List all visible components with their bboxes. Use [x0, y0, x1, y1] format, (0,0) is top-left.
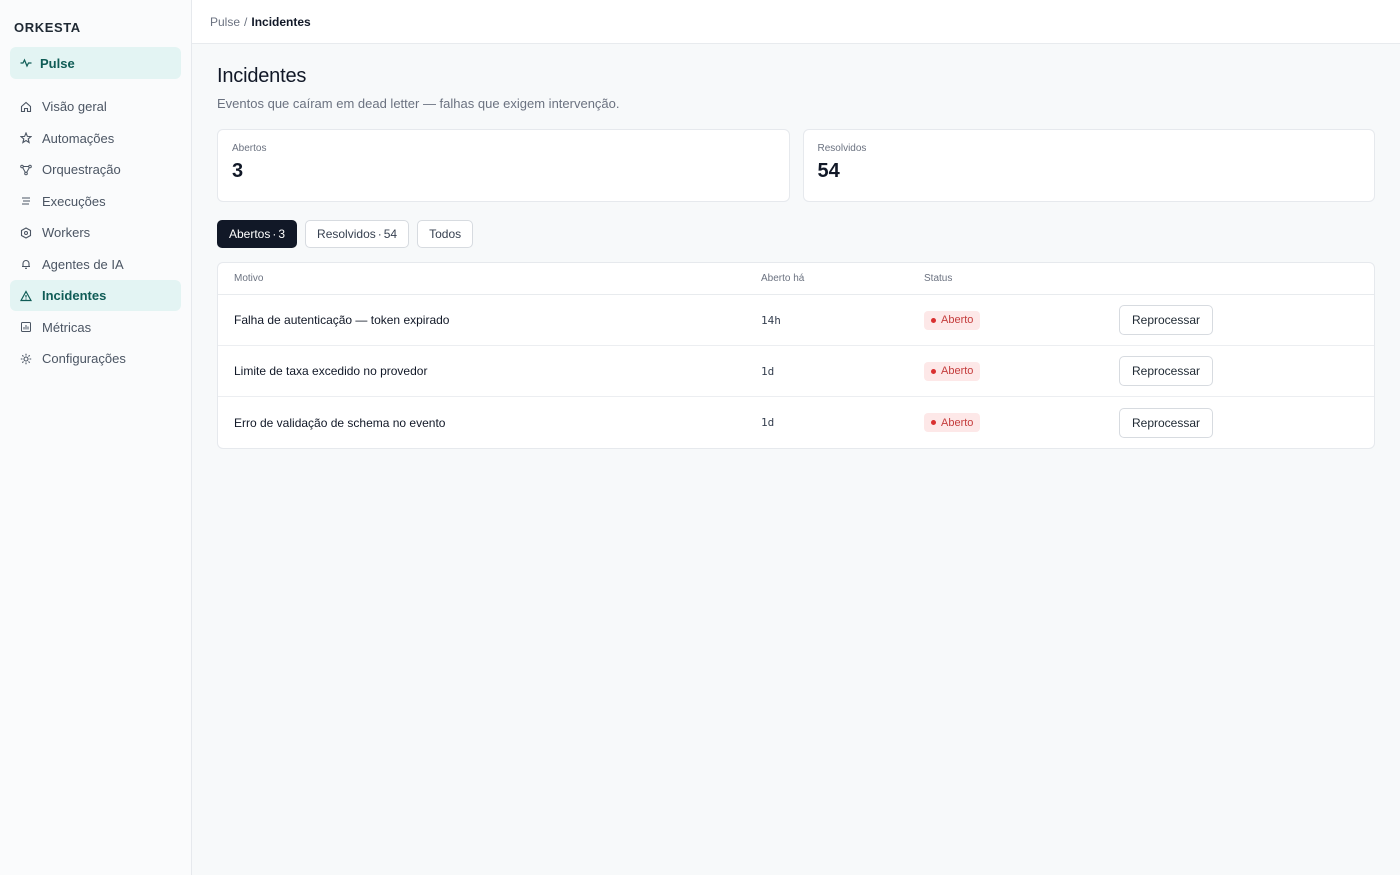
sidebar-item-label: Automações: [42, 130, 115, 146]
page-content: Incidentes Eventos que caíram em dead le…: [192, 44, 1400, 449]
cell-opened: 14h: [761, 313, 781, 327]
reprocess-button[interactable]: Reprocessar: [1119, 356, 1214, 386]
breadcrumb: Pulse / Incidentes: [192, 0, 1400, 44]
home-icon: [20, 101, 32, 113]
sidebar-item-configuracoes[interactable]: Configurações: [10, 343, 181, 374]
sidebar-nav: Visão geral Automações Orquestração Exec…: [10, 91, 181, 374]
stats-row: Abertos 3 Resolvidos 54: [217, 129, 1375, 202]
hexagon-icon: [20, 226, 32, 239]
status-label: Aberto: [941, 365, 974, 377]
status-dot: [931, 317, 936, 323]
breadcrumb-separator: /: [244, 14, 248, 29]
filter-label: Resolvidos: [317, 227, 376, 241]
sidebar-item-label: Configurações: [42, 351, 126, 366]
filter-open-button[interactable]: Abertos · 3: [217, 220, 298, 248]
page-subtitle: Eventos que caíram em dead letter — falh…: [217, 96, 620, 111]
sidebar-item-label: Incidentes: [42, 288, 107, 303]
breadcrumb-current: Incidentes: [251, 14, 311, 29]
status-label: Aberto: [941, 314, 974, 326]
sidebar-item-visao-geral[interactable]: Visão geral: [10, 91, 181, 122]
sidebar-item-workers[interactable]: Workers: [10, 217, 181, 248]
chart-icon: [20, 321, 32, 333]
page-title: Incidentes: [217, 65, 307, 87]
filter-dot: ·: [272, 227, 277, 241]
cell-action: Reprocessar: [1119, 305, 1374, 335]
pulse-label: Pulse: [40, 55, 75, 71]
pulse-switcher[interactable]: Pulse: [10, 47, 181, 79]
cell-status: Aberto: [924, 413, 1119, 432]
reprocess-button[interactable]: Reprocessar: [1119, 305, 1214, 335]
stat-card-open: Abertos 3: [217, 129, 790, 202]
sidebar-item-label: Visão geral: [42, 99, 107, 114]
sidebar-item-label: Workers: [42, 225, 91, 240]
sidebar-item-label: Orquestração: [42, 162, 121, 177]
sidebar-item-automacoes[interactable]: Automações: [10, 123, 181, 154]
table-header: Motivo Aberto há Status: [218, 263, 1374, 295]
cell-action: Reprocessar: [1119, 407, 1374, 438]
status-dot: [931, 420, 936, 425]
incidents-table: Motivo Aberto há Status Falha de autenti…: [217, 262, 1375, 449]
gear-icon: [20, 353, 32, 365]
list-icon: [20, 195, 32, 207]
sidebar-item-label: Execuções: [42, 193, 106, 209]
cell-action: Reprocessar: [1119, 356, 1374, 386]
stat-label: Resolvidos: [817, 143, 867, 154]
cell-opened: 1d: [761, 364, 775, 378]
reprocess-button[interactable]: Reprocessar: [1119, 407, 1214, 438]
table-row: Erro de validação de schema no evento 1d…: [218, 397, 1374, 448]
cell-status: Aberto: [924, 361, 1119, 381]
bell-icon: [20, 258, 32, 270]
stat-value: 3: [232, 160, 244, 182]
stat-value: 54: [817, 160, 840, 182]
nodes-icon: [20, 164, 32, 176]
header-opened: Aberto há: [761, 273, 805, 284]
filter-all-button[interactable]: Todos: [417, 220, 474, 248]
brand-logo: ORKESTA: [14, 20, 81, 35]
breadcrumb-root[interactable]: Pulse: [210, 15, 240, 29]
filter-dot: ·: [377, 227, 382, 241]
sidebar-item-orquestracao[interactable]: Orquestração: [10, 154, 181, 185]
filter-count: 3: [278, 227, 286, 241]
sidebar-item-execucoes[interactable]: Execuções: [10, 186, 181, 217]
status-badge: Aberto: [924, 361, 981, 381]
sidebar-item-label: Agentes de IA: [42, 256, 124, 272]
header-reason: Motivo: [234, 273, 264, 284]
filter-label: Todos: [429, 227, 462, 241]
main-area: Pulse / Incidentes Incidentes Eventos qu…: [192, 0, 1400, 875]
sidebar-item-metricas[interactable]: Métricas: [10, 312, 181, 343]
cell-reason: Erro de validação de schema no evento: [234, 415, 446, 430]
cell-reason: Limite de taxa excedido no provedor: [234, 364, 428, 378]
cell-reason: Falha de autenticação — token expirado: [234, 313, 450, 327]
status-label: Aberto: [941, 416, 974, 429]
sidebar: ORKESTA Pulse Visão geral Automações Orq…: [0, 0, 192, 875]
cell-opened: 1d: [761, 416, 775, 429]
star-icon: [20, 132, 32, 144]
table-row: Falha de autenticação — token expirado 1…: [218, 295, 1374, 346]
filter-tabs: Abertos · 3 Resolvidos · 54 Todos: [217, 220, 1375, 248]
sidebar-item-label: Métricas: [42, 319, 92, 335]
status-dot: [931, 368, 936, 374]
app-root: ORKESTA Pulse Visão geral Automações Orq…: [0, 0, 1400, 875]
stat-card-resolved: Resolvidos 54: [802, 129, 1375, 202]
filter-count: 54: [383, 227, 398, 241]
stat-label: Abertos: [232, 143, 267, 154]
filter-label: Abertos: [229, 227, 271, 241]
status-badge: Aberto: [924, 413, 981, 432]
table-row: Limite de taxa excedido no provedor 1d A…: [218, 346, 1374, 397]
filter-resolved-button[interactable]: Resolvidos · 54: [305, 220, 410, 248]
status-badge: Aberto: [924, 310, 981, 330]
sidebar-item-agentes-ia[interactable]: Agentes de IA: [10, 249, 181, 280]
cell-status: Aberto: [924, 310, 1119, 330]
pulse-icon: [20, 57, 32, 69]
header-status: Status: [924, 273, 953, 284]
warning-icon: [20, 289, 32, 302]
sidebar-item-incidentes[interactable]: Incidentes: [10, 280, 181, 311]
